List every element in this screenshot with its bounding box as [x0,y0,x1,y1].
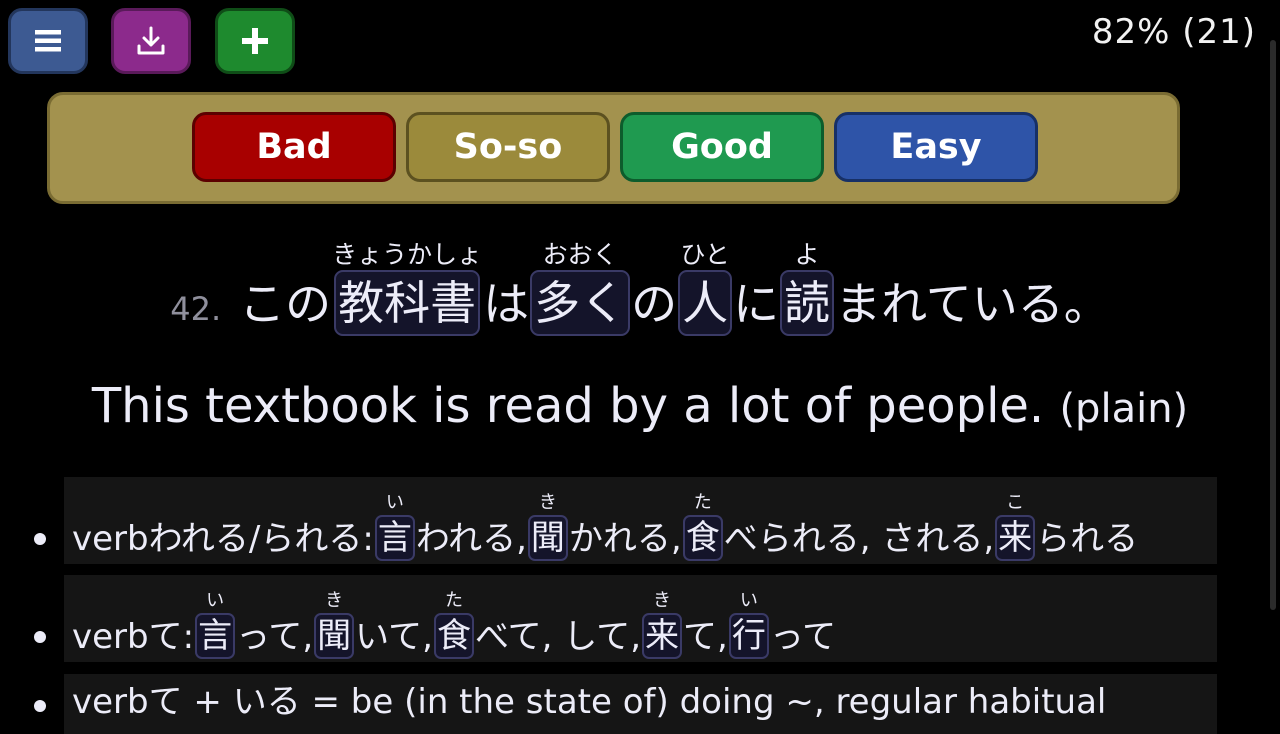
bad-button[interactable]: Bad [192,112,396,182]
furigana: い [739,590,758,611]
add-button[interactable] [215,8,295,74]
note-text: って [769,617,837,657]
kanji-with-furigana[interactable]: き 聞 [527,491,568,561]
furigana: こ [1006,492,1025,513]
kanji-with-furigana[interactable]: た 食 [433,589,474,659]
kana-segment: に [733,277,780,331]
kanji: 聞 [527,515,568,561]
download-icon [137,26,165,55]
menu-button[interactable] [8,8,88,74]
kanji-with-furigana[interactable]: きょうかしょ 教科書 [332,240,482,336]
translation-text: This textbook is read by a lot of people… [91,378,1045,434]
kanji-with-furigana[interactable]: おおく 多く [530,240,631,336]
furigana: い [385,492,404,513]
kanji-with-furigana[interactable]: こ 来 [995,491,1036,561]
scrollbar[interactable] [1270,40,1276,610]
note-text: べて, して, [474,617,642,657]
furigana: き [325,590,344,611]
kanji-with-furigana[interactable]: い 言 [374,491,415,561]
kana-segment: この [239,277,332,331]
rating-panel: Bad So-so Good Easy [47,92,1180,204]
kanji-with-furigana[interactable]: た 食 [682,491,723,561]
kanji-with-furigana[interactable]: い 言 [195,589,236,659]
kanji-with-furigana[interactable]: よ 読 [780,240,835,336]
download-button[interactable] [111,8,191,74]
kanji: 食 [433,613,474,659]
kanji-with-furigana[interactable]: き 聞 [314,589,355,659]
soso-button[interactable]: So-so [406,112,610,182]
kana-segment: まれている。 [835,277,1110,331]
note-label: verbて: [72,617,195,657]
kanji: 食 [682,515,723,561]
kanji: 来 [995,515,1036,561]
kanji: 人 [678,270,733,336]
japanese-sentence: 42. この きょうかしょ 教科書 は おおく 多く の ひと 人 に よ 読 … [0,240,1280,336]
note-line: verbて: い 言 って, き 聞 いて, た 食 べて, して, き 来 て… [72,589,836,659]
good-button[interactable]: Good [620,112,824,182]
note-text: べられる, される, [723,519,995,559]
kanji: 読 [780,270,835,336]
kanji: 教科書 [334,270,481,336]
hamburger-menu-icon [35,30,61,52]
kanji: 多く [530,270,631,336]
note-line: verbわれる/られる: い 言 われる, き 聞 かれる, た 食 べられる,… [72,491,1138,561]
note-text: いて, [355,617,433,657]
note-text: て, [683,617,728,657]
kanji-with-furigana[interactable]: き 来 [642,589,683,659]
note-text: られる [1036,519,1139,559]
furigana: おおく [542,240,618,269]
english-translation: This textbook is read by a lot of people… [0,378,1280,434]
grammar-note: verbて: い 言 って, き 聞 いて, た 食 べて, して, き 来 て… [34,575,1217,662]
politeness-note: (plain) [1059,386,1189,432]
bullet-icon [34,533,46,545]
note-label: verbて + いる = be (in the state of) doing … [72,682,1107,722]
note-label: verbわれる/られる: [72,519,374,559]
furigana: た [444,590,463,611]
kanji-with-furigana[interactable]: ひと 人 [678,240,733,336]
grammar-note: verbわれる/られる: い 言 われる, き 聞 かれる, た 食 べられる,… [34,477,1217,564]
furigana: ひと [680,240,730,269]
kanji: 行 [728,613,769,659]
kanji: 来 [642,613,683,659]
kanji: 言 [195,613,236,659]
note-line: verbて + いる = be (in the state of) doing … [72,680,1106,724]
bullet-icon [34,631,46,643]
furigana: きょうかしょ [332,240,483,269]
furigana: い [206,590,225,611]
note-text: かれる, [568,519,682,559]
kana-segment: の [631,277,678,331]
furigana: き [653,590,672,611]
progress-indicator: 82% (21) [1091,12,1256,52]
kanji-with-furigana[interactable]: い 行 [728,589,769,659]
note-text: って, [236,617,314,657]
easy-button[interactable]: Easy [834,112,1038,182]
furigana: き [538,492,557,513]
bullet-icon [34,700,46,712]
kanji: 言 [374,515,415,561]
grammar-note: verbて + いる = be (in the state of) doing … [34,674,1217,734]
sentence-number: 42. [170,290,222,328]
kana-segment: は [483,277,530,331]
plus-icon [242,28,268,54]
kanji: 聞 [314,613,355,659]
furigana: た [693,492,712,513]
note-text: われる, [415,519,527,559]
furigana: よ [794,240,820,269]
